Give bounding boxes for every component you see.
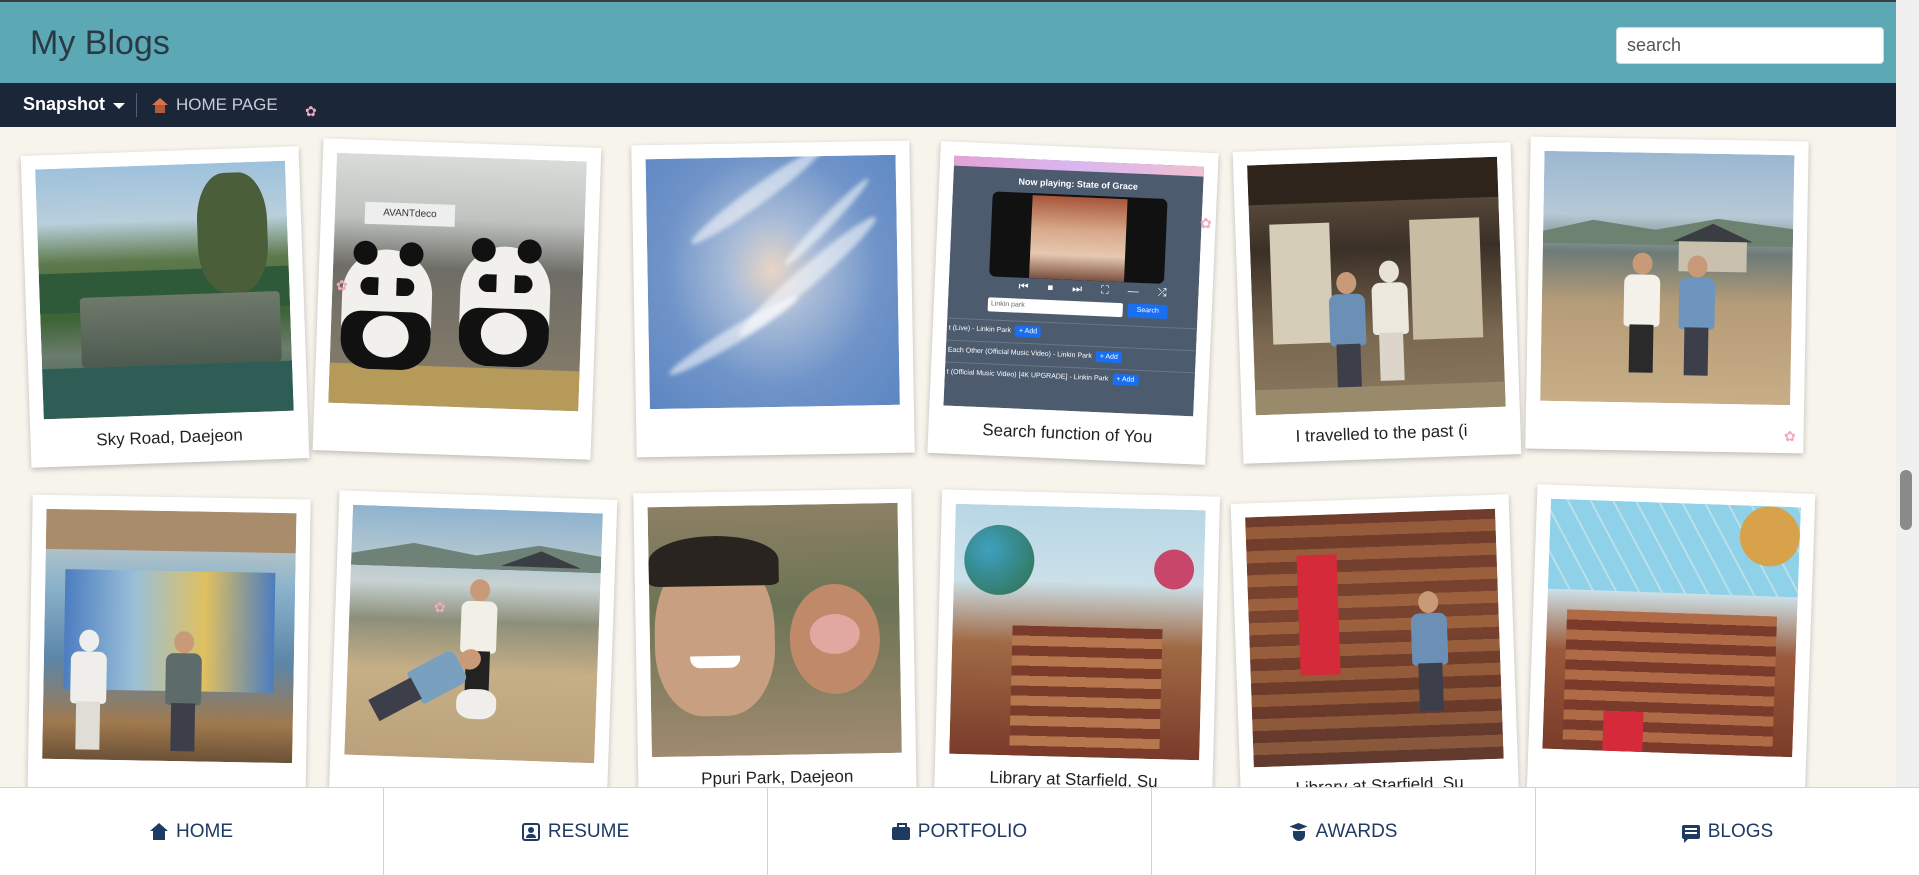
page-scrollbar[interactable] bbox=[1896, 0, 1919, 875]
post-caption bbox=[327, 403, 579, 460]
caret-down-icon bbox=[113, 102, 126, 109]
house-icon bbox=[152, 97, 168, 113]
blog-icon bbox=[1681, 825, 1700, 843]
now-playing-text: Now playing: State of Grace bbox=[1018, 176, 1139, 192]
post-photo bbox=[1542, 498, 1801, 758]
blog-post-card[interactable]: Library at Starfield, Su bbox=[1230, 494, 1520, 787]
player-controls: ⏮ ⏹ ⏭ ⛶ — ⤮ bbox=[1018, 280, 1175, 300]
player-search-button: Search bbox=[1127, 303, 1168, 320]
post-photo: AVANTdeco bbox=[328, 152, 587, 412]
nav-bar: Snapshot HOME PAGE ✿ bbox=[0, 83, 1896, 127]
tab-label: RESUME bbox=[547, 821, 630, 842]
blog-post-card[interactable]: Library at Starfield, Su bbox=[933, 489, 1221, 787]
player-search-input: Linkin park bbox=[987, 297, 1124, 318]
tab-label: BLOGS bbox=[1707, 821, 1774, 842]
petal-icon: ✿ bbox=[434, 599, 446, 615]
tab-portfolio[interactable]: PORTFOLIO bbox=[768, 788, 1152, 875]
post-photo bbox=[645, 154, 900, 410]
tab-home[interactable]: HOME bbox=[0, 788, 384, 875]
post-photo bbox=[949, 503, 1206, 761]
post-caption: Sky Road, Daejeon bbox=[96, 425, 244, 450]
post-photo bbox=[42, 508, 297, 764]
nav-divider bbox=[136, 93, 137, 117]
search-input[interactable] bbox=[1616, 27, 1884, 64]
app-header: My Blogs bbox=[0, 0, 1896, 83]
bottom-tab-bar: HOME RESUME PORTFOLIO AWARDS BLOGS bbox=[0, 787, 1919, 875]
briefcase-icon bbox=[891, 823, 910, 840]
blog-post-card[interactable] bbox=[1525, 136, 1809, 454]
petal-icon: ✿ bbox=[1784, 428, 1796, 444]
tab-resume[interactable]: RESUME bbox=[384, 788, 768, 875]
post-photo: Now playing: State of Grace ⏮ ⏹ ⏭ ⛶ — ⤮ … bbox=[943, 155, 1205, 417]
blog-post-card[interactable]: Ppuri Park, Daejeon bbox=[633, 488, 917, 787]
shop-sign: AVANTdeco bbox=[364, 201, 456, 227]
post-photo bbox=[1245, 508, 1504, 768]
blog-post-card[interactable] bbox=[328, 490, 618, 787]
post-caption bbox=[41, 759, 292, 787]
post-photo bbox=[1540, 150, 1795, 406]
petal-icon: ✿ bbox=[336, 277, 348, 293]
blog-post-card[interactable]: I travelled to the past (i bbox=[1232, 142, 1522, 464]
home-page-label: HOME PAGE bbox=[176, 95, 278, 114]
blog-post-card[interactable]: AVANTdeco bbox=[312, 138, 602, 460]
tab-label: AWARDS bbox=[1315, 821, 1398, 842]
tab-label: PORTFOLIO bbox=[917, 821, 1028, 842]
blog-post-card[interactable]: Sky Road, Daejeon bbox=[20, 146, 310, 468]
petal-icon: ✿ bbox=[305, 103, 317, 119]
petal-icon: ✿ bbox=[1200, 215, 1212, 231]
blog-post-card[interactable]: Now playing: State of Grace ⏮ ⏹ ⏭ ⛶ — ⤮ … bbox=[927, 141, 1219, 465]
post-caption bbox=[650, 405, 901, 457]
home-page-link[interactable]: HOME PAGE bbox=[152, 95, 278, 115]
post-photo bbox=[35, 160, 294, 420]
post-caption: Ppuri Park, Daejeon bbox=[701, 766, 854, 787]
blog-post-card[interactable] bbox=[27, 494, 311, 787]
page-title: My Blogs bbox=[30, 24, 170, 62]
graduation-cap-icon bbox=[1290, 823, 1308, 841]
post-caption: I travelled to the past (i bbox=[1295, 420, 1468, 446]
post-photo bbox=[344, 504, 603, 764]
snapshot-label: Snapshot bbox=[23, 94, 106, 114]
post-photo bbox=[1247, 156, 1506, 416]
scrollbar-thumb[interactable] bbox=[1900, 470, 1912, 530]
music-player-screenshot: Now playing: State of Grace ⏮ ⏹ ⏭ ⛶ — ⤮ … bbox=[943, 155, 1205, 417]
snapshot-dropdown[interactable]: Snapshot bbox=[23, 94, 126, 115]
home-icon bbox=[150, 823, 168, 841]
post-caption bbox=[1539, 401, 1790, 453]
tab-label: HOME bbox=[176, 821, 233, 842]
tab-blogs[interactable]: BLOGS bbox=[1536, 788, 1919, 875]
tab-awards[interactable]: AWARDS bbox=[1152, 788, 1536, 875]
blog-post-card[interactable] bbox=[631, 140, 915, 458]
blog-post-card[interactable] bbox=[1526, 484, 1816, 787]
resume-icon bbox=[521, 823, 540, 841]
post-photo bbox=[647, 502, 902, 758]
blog-gallery: Sky Road, Daejeon AVANTdeco Now playing:… bbox=[0, 127, 1896, 787]
